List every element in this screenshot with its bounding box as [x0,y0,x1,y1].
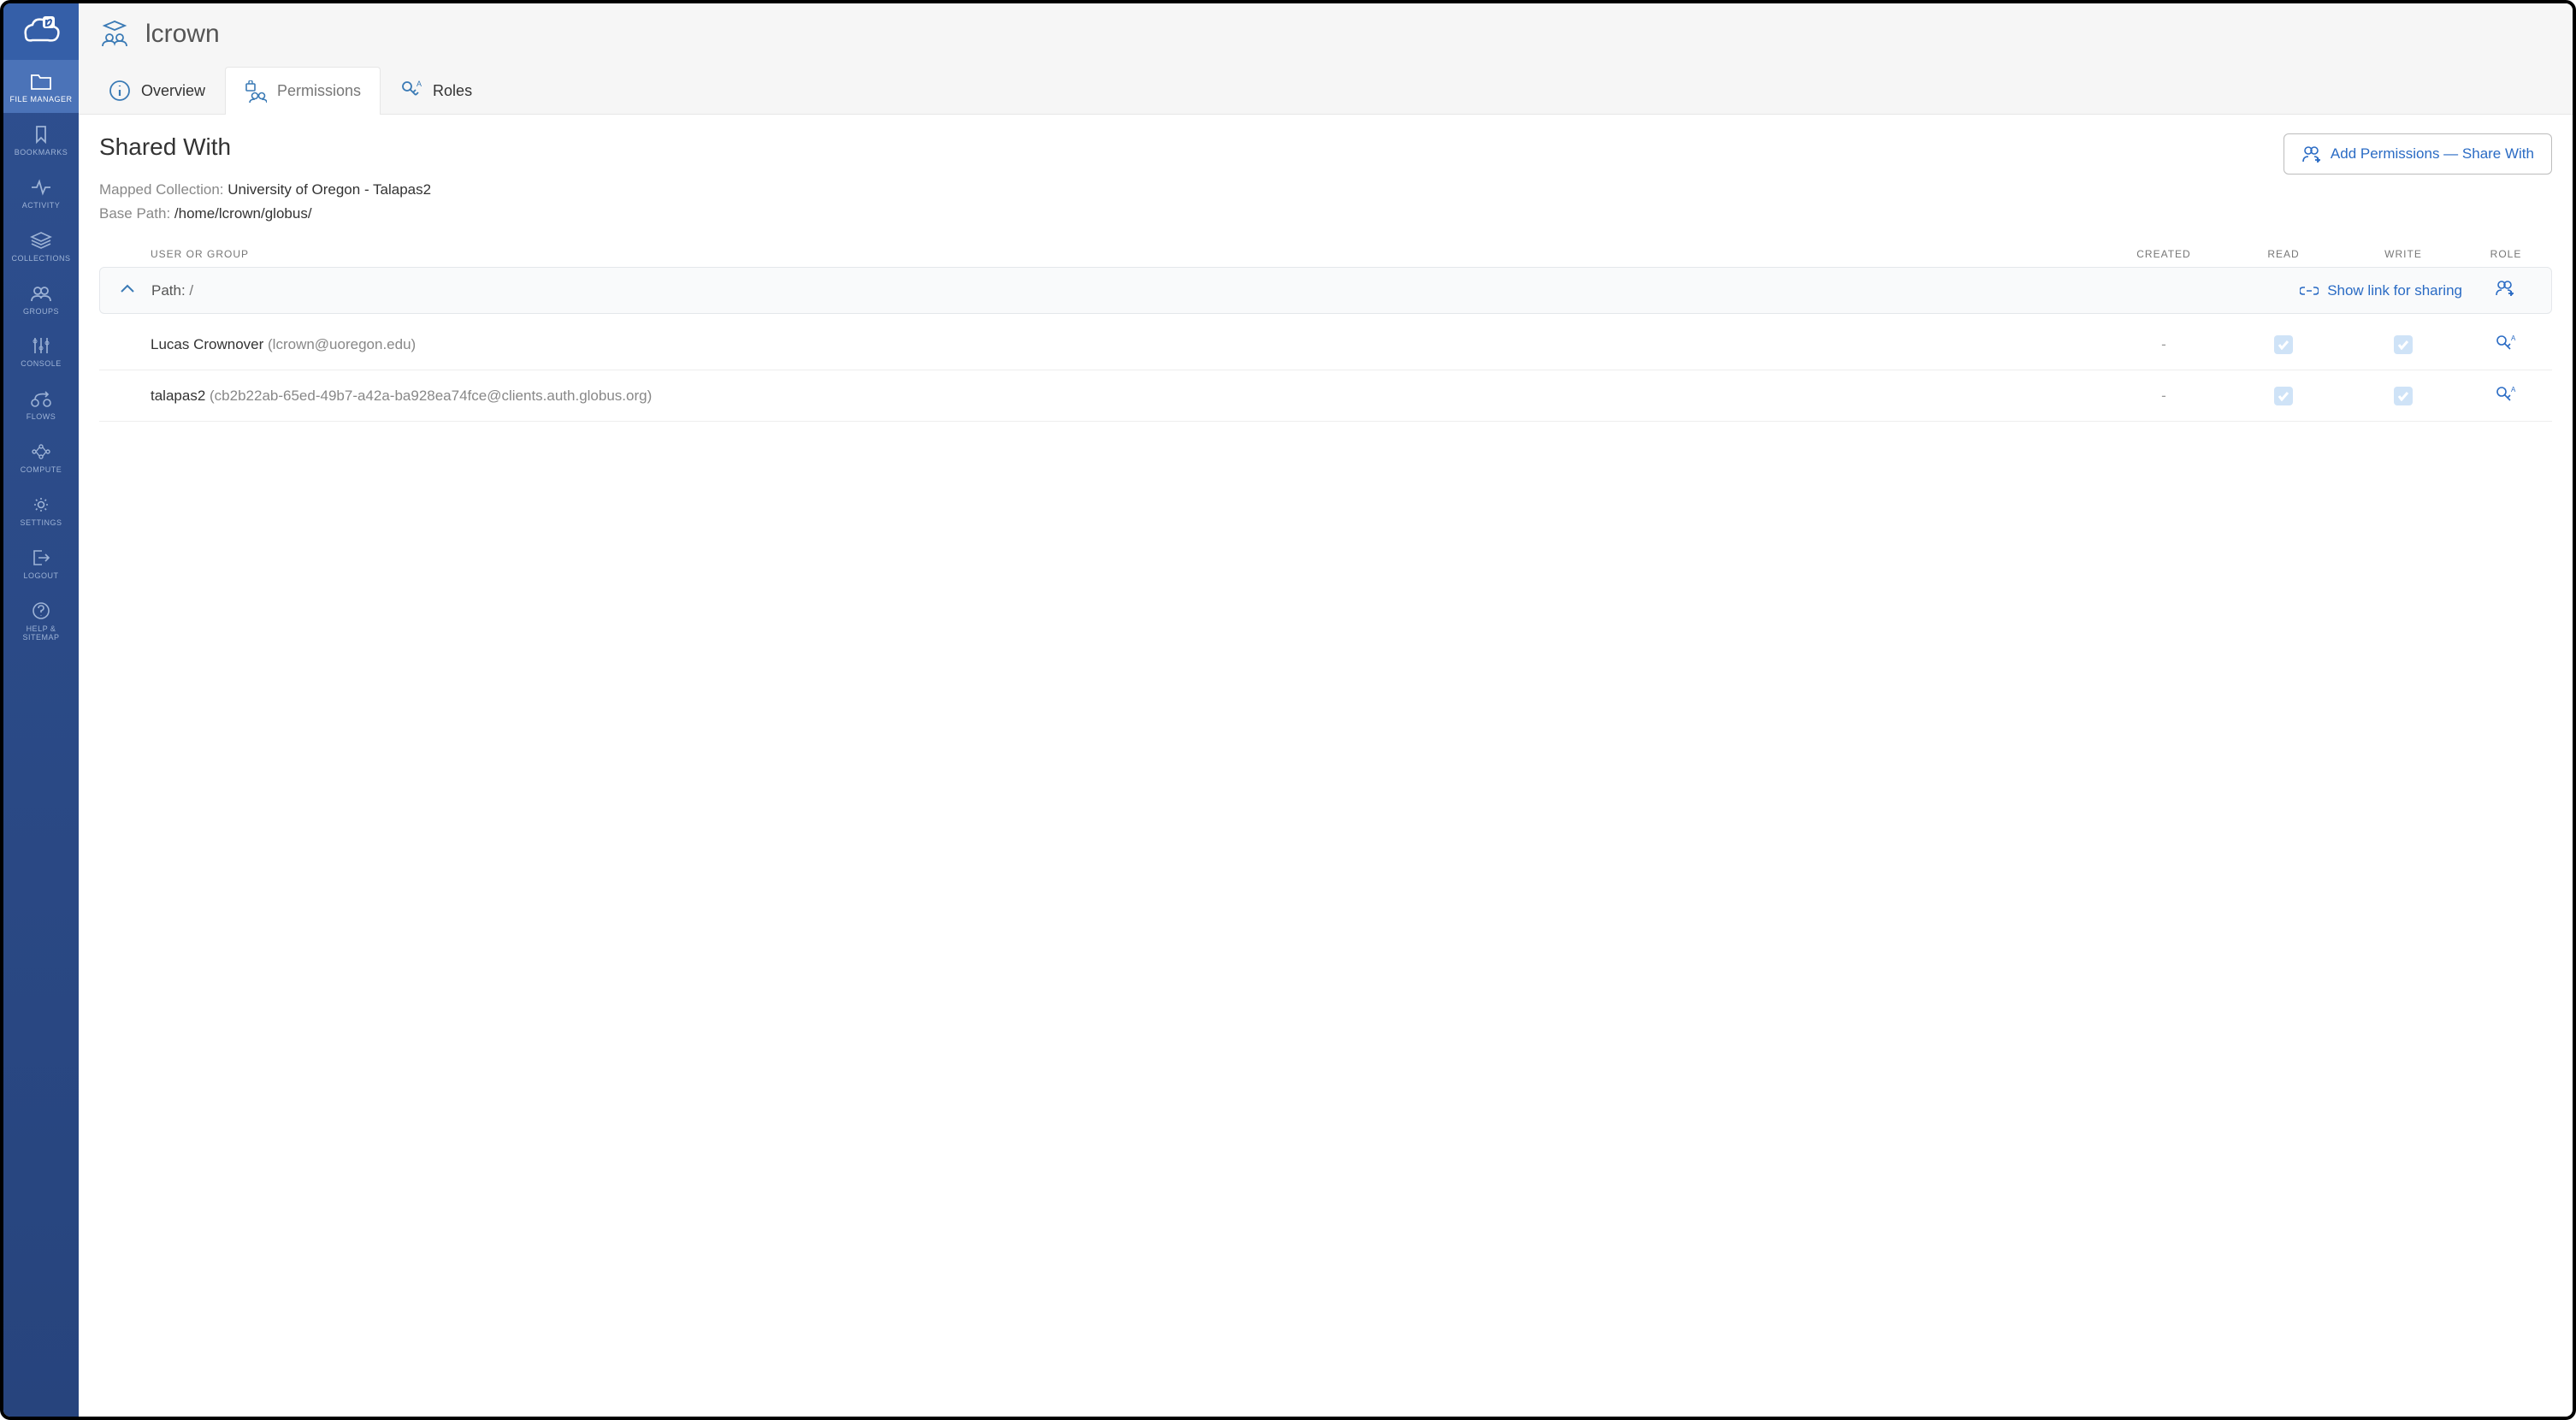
table-header: USER OR GROUP CREATED READ WRITE ROLE [99,241,2552,267]
check-icon [2397,340,2409,350]
activity-icon [30,178,52,197]
add-permissions-button[interactable]: Add Permissions — Share With [2284,133,2552,175]
nav-logout[interactable]: LOGOUT [3,536,79,589]
roles-icon: A [400,80,422,102]
globus-logo[interactable] [3,3,79,60]
tab-roles[interactable]: A Roles [381,67,492,114]
nav-label: COLLECTIONS [11,255,70,263]
show-share-link[interactable]: Show link for sharing [2103,282,2462,299]
read-checkbox[interactable] [2274,387,2293,405]
nav-label: FILE MANAGER [9,96,72,104]
write-checkbox[interactable] [2394,387,2413,405]
folder-icon [30,72,52,91]
permissions-table: USER OR GROUP CREATED READ WRITE ROLE Pa… [99,241,2552,422]
tab-label: Roles [433,82,472,100]
nav-collections[interactable]: COLLECTIONS [3,219,79,272]
logout-icon [30,548,52,567]
sliders-icon [30,336,52,355]
nav-label: SETTINGS [20,519,62,528]
section-title: Shared With [99,133,231,161]
nav-label: FLOWS [27,413,56,422]
path-label: Path: / [151,282,2103,299]
nav-bookmarks[interactable]: BOOKMARKS [3,113,79,166]
nav-label: LOGOUT [23,572,58,581]
user-name: Lucas Crownover [151,336,263,352]
tab-permissions[interactable]: Permissions [225,67,381,115]
share-link-label: Show link for sharing [2327,282,2462,299]
base-path: Base Path: /home/lcrown/globus/ [99,205,2552,222]
add-group-icon [2301,145,2322,163]
compute-icon [30,442,52,461]
user-cell: talapas2 (cb2b22ab-65ed-49b7-a42a-ba928e… [151,388,2104,405]
page-header: lcrown [79,3,2573,67]
nav-file-manager[interactable]: FILE MANAGER [3,60,79,113]
table-row: talapas2 (cb2b22ab-65ed-49b7-a42a-ba928e… [99,370,2552,422]
nav-label: BOOKMARKS [15,149,68,157]
nav-label: COMPUTE [21,466,62,475]
nav-label: CONSOLE [21,360,62,369]
sidebar: FILE MANAGER BOOKMARKS ACTIVITY COLLECTI… [3,3,79,1417]
flows-icon [30,389,52,408]
gear-icon [30,495,52,514]
nav-console[interactable]: CONSOLE [3,324,79,377]
col-role: ROLE [2463,248,2549,260]
tab-label: Permissions [277,82,361,100]
collapse-toggle[interactable] [103,283,151,299]
write-checkbox[interactable] [2394,335,2413,354]
table-row: Lucas Crownover (lcrown@uoregon.edu) - A [99,319,2552,370]
user-name: talapas2 [151,388,205,404]
mapped-collection: Mapped Collection: University of Oregon … [99,181,2552,198]
read-checkbox[interactable] [2274,335,2293,354]
user-id: (lcrown@uoregon.edu) [268,336,416,352]
role-action[interactable]: A [2463,386,2549,405]
groups-icon [30,284,52,303]
help-icon [30,601,52,620]
mapped-label: Mapped Collection: [99,181,224,198]
created-cell: - [2104,336,2224,353]
tab-overview[interactable]: Overview [89,67,225,114]
mapped-value: University of Oregon - Talapas2 [227,181,431,198]
permissions-icon [245,80,267,103]
main: lcrown Overview Permissions A Roles Shar… [79,3,2573,1417]
nav-flows[interactable]: FLOWS [3,377,79,430]
nav-label: HELP & SITEMAP [7,625,75,642]
info-icon [109,80,131,102]
basepath-label: Base Path: [99,205,170,222]
nav-label: ACTIVITY [22,202,61,210]
nav-groups[interactable]: GROUPS [3,272,79,325]
col-created: CREATED [2104,248,2224,260]
nav-activity[interactable]: ACTIVITY [3,166,79,219]
created-cell: - [2104,388,2224,405]
path-value: / [189,282,193,299]
check-icon [2278,391,2289,401]
role-action[interactable]: A [2463,334,2549,354]
path-row: Path: / Show link for sharing [99,267,2552,314]
nav-label: GROUPS [23,308,59,317]
user-cell: Lucas Crownover (lcrown@uoregon.edu) [151,336,2104,353]
content: Shared With Add Permissions — Share With… [79,115,2573,1417]
page-title: lcrown [145,20,220,49]
add-permissions-label: Add Permissions — Share With [2331,145,2534,163]
col-read: READ [2224,248,2343,260]
col-user: USER OR GROUP [151,248,2104,260]
bookmark-icon [30,125,52,144]
tabs: Overview Permissions A Roles [79,67,2573,115]
nav-help[interactable]: HELP & SITEMAP [3,589,79,651]
svg-text:A: A [2511,334,2516,342]
col-write: WRITE [2343,248,2463,260]
svg-text:A: A [2511,386,2516,393]
user-id: (cb2b22ab-65ed-49b7-a42a-ba928ea74fce@cl… [210,388,652,404]
add-permission-icon[interactable] [2462,280,2548,301]
svg-text:A: A [417,80,422,88]
tab-label: Overview [141,82,205,100]
layers-icon [30,231,52,250]
check-icon [2278,340,2289,350]
nav-settings[interactable]: SETTINGS [3,483,79,536]
basepath-value: /home/lcrown/globus/ [174,205,312,222]
check-icon [2397,391,2409,401]
link-icon [2300,285,2319,297]
nav-compute[interactable]: COMPUTE [3,430,79,483]
collection-icon [99,19,130,50]
